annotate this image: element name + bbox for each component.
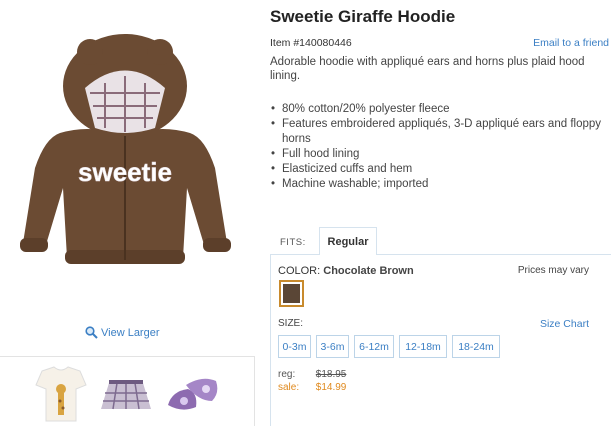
feature-item: Full hood lining <box>270 147 605 162</box>
item-number: Item #140080446 <box>270 37 352 49</box>
feature-item: Machine washable; imported <box>270 177 605 192</box>
feature-item: Features embroidered appliqués, 3-D appl… <box>270 117 605 147</box>
size-18-24m-button[interactable]: 18-24m <box>452 335 500 358</box>
fits-label: FITS: <box>280 237 306 248</box>
size-3-6m-button[interactable]: 3-6m <box>316 335 349 358</box>
size-0-3m-button[interactable]: 0-3m <box>278 335 311 358</box>
regular-price-value: $18.95 <box>315 369 347 380</box>
product-gallery: sweetie View Larger <box>0 0 255 426</box>
product-image[interactable]: sweetie <box>5 28 245 278</box>
swatch-fill <box>283 284 300 303</box>
prices-may-vary-note: Prices may vary <box>517 265 589 276</box>
thumbnail-plaid-skirt[interactable] <box>95 363 157 425</box>
size-6-12m-button[interactable]: 6-12m <box>354 335 394 358</box>
view-larger-link[interactable]: View Larger <box>85 326 160 339</box>
feature-item: 80% cotton/20% polyester fleece <box>270 102 605 117</box>
thumbnail-giraffe-bodysuit[interactable] <box>30 363 92 425</box>
size-options: 0-3m 3-6m 6-12m 12-18m 18-24m <box>278 335 500 358</box>
svg-text:sweetie: sweetie <box>78 157 172 187</box>
thumbnail-strip <box>0 356 255 426</box>
magnifier-icon <box>85 326 98 339</box>
feature-item: Elasticized cuffs and hem <box>270 162 605 177</box>
feature-list: 80% cotton/20% polyester fleece Features… <box>270 102 605 192</box>
size-12-18m-button[interactable]: 12-18m <box>399 335 447 358</box>
size-chart-link[interactable]: Size Chart <box>540 318 589 330</box>
product-title: Sweetie Giraffe Hoodie <box>270 7 456 26</box>
options-panel: COLOR: Chocolate Brown Prices may vary S… <box>270 254 611 426</box>
size-label: SIZE: <box>278 318 304 329</box>
sale-price-value: $14.99 <box>315 382 347 393</box>
sale-price: sale: $14.99 <box>278 382 347 393</box>
product-description: Adorable hoodie with appliqué ears and h… <box>270 56 585 82</box>
view-larger-label: View Larger <box>101 326 160 339</box>
color-value: Chocolate Brown <box>323 265 414 277</box>
email-friend-link[interactable]: Email to a friend <box>533 37 609 49</box>
color-swatch-chocolate-brown[interactable] <box>279 280 304 307</box>
thumbnail-purple-shoes[interactable] <box>162 363 224 425</box>
regular-price: reg: $18.95 <box>278 369 347 380</box>
color-label: COLOR: Chocolate Brown <box>278 265 414 277</box>
tab-regular[interactable]: Regular <box>319 227 377 255</box>
